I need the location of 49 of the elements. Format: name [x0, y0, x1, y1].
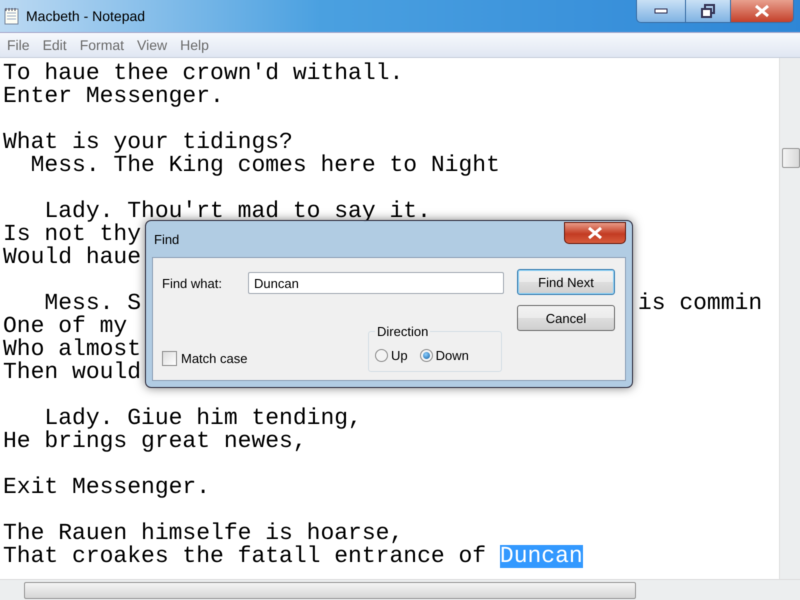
radio-button[interactable] [420, 348, 433, 362]
text-line: Is not thy [3, 223, 142, 246]
direction-label: Direction [376, 324, 430, 339]
menu-item[interactable]: Edit [38, 37, 75, 53]
text-line: Mess. The King comes here to Night [30, 154, 500, 177]
radio-button[interactable] [375, 348, 388, 362]
horizontal-scrollbar[interactable] [0, 579, 800, 600]
find-what-field[interactable]: Duncan [248, 272, 504, 294]
text-line: Exit Messenger. [3, 476, 210, 499]
text-line: The Rauen himselfe is hoarse, [3, 522, 404, 545]
vertical-scrollbar[interactable] [779, 58, 800, 579]
minimize-icon [654, 8, 668, 14]
menu-item[interactable]: File [2, 37, 38, 53]
radio-label: Up [391, 348, 408, 362]
menu-item[interactable]: Format [74, 37, 132, 53]
text-line: Would haue [3, 246, 142, 269]
match-case-checkbox[interactable] [162, 351, 177, 366]
text-line: Lady. Thou'rt mad to say it. [43, 200, 431, 223]
cancel-button[interactable]: Cancel [517, 305, 615, 331]
text-line: To haue thee crown'd withall. [3, 62, 404, 85]
selected-text: Duncan [500, 545, 583, 568]
text-line: That croakes the fatall entrance of [3, 545, 488, 568]
menu-item[interactable]: Help [175, 37, 217, 53]
text-line: He brings great newes, [3, 430, 307, 453]
text-line: One of my [3, 315, 128, 338]
find-what-label: Find what: [162, 276, 223, 290]
text-line: is commin [638, 292, 762, 315]
find-next-button[interactable]: Find Next [517, 269, 615, 295]
radio-label: Down [436, 348, 469, 362]
close-button[interactable] [730, 0, 793, 22]
scroll-thumb[interactable] [24, 582, 636, 598]
dialog-title: Find [153, 232, 180, 246]
text-line: Then would [3, 361, 142, 384]
text-line: Enter Messenger. [3, 85, 224, 108]
restore-icon [701, 4, 715, 18]
window-title: Macbeth - Notepad [26, 8, 146, 24]
text-line: What is your tidings? [3, 131, 293, 154]
text-line: Who almost [3, 338, 142, 361]
close-icon [754, 4, 770, 18]
close-icon [587, 226, 603, 240]
match-case-label: Match case [181, 351, 248, 366]
text-line: Lady. Giue him tending, [43, 407, 362, 430]
close-button[interactable] [564, 222, 626, 244]
minimize-button[interactable] [637, 0, 685, 22]
scroll-thumb[interactable] [782, 148, 800, 168]
restore-button[interactable] [685, 0, 730, 22]
notepad-icon [4, 7, 20, 25]
menu-item[interactable]: View [132, 37, 176, 53]
text-line: Mess. S [43, 292, 142, 315]
